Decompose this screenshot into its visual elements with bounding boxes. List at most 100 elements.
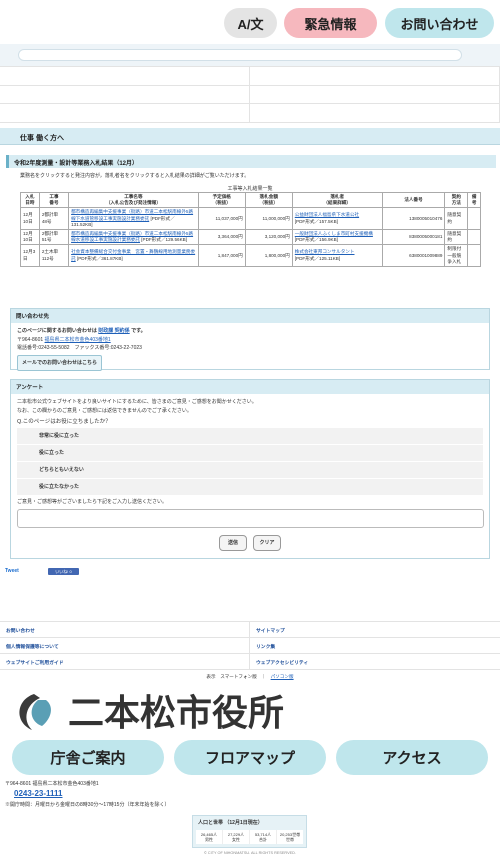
- mail-inquiry-button[interactable]: メールでのお問い合わせはこちら: [17, 354, 103, 371]
- cell-method: 制限付一般競争入札: [444, 244, 469, 267]
- cell-name: 社会資本整備総合交付金事業 宮置・舞鶴線用地測量業務委託 [PDF形式／361.…: [68, 244, 199, 267]
- survey-option[interactable]: 役に立たなかった: [17, 479, 483, 496]
- copyright: © CITY OF NIHONMATSU. ALL RIGHTS RESERVE…: [204, 851, 296, 855]
- survey-option[interactable]: 非常に役に立った: [17, 428, 483, 445]
- footer-link[interactable]: 個人情報保護等について: [0, 638, 250, 653]
- cell-corp-no: 6380001009889: [381, 244, 446, 267]
- inquiry-lead: このページに関するお問い合わせは 財政課 契約係 です。: [17, 328, 146, 334]
- cell-note: [467, 244, 481, 267]
- pc-view-link[interactable]: パソコン版: [271, 674, 294, 679]
- inquiry-heading: 問い合わせ先: [11, 309, 489, 323]
- building-guide-button[interactable]: 庁舎ご案内: [12, 740, 164, 775]
- emergency-info-button[interactable]: 緊急情報: [284, 8, 377, 38]
- floor-map-button[interactable]: フロアマップ: [174, 740, 326, 775]
- office-hours: ※開庁時間：月曜日から金曜日の8時30分〜17時15分（年末年始を除く）: [5, 802, 170, 808]
- cell-corp-no: 1380005010476: [381, 207, 446, 230]
- cell-method: 随意契約: [444, 228, 469, 246]
- tweet-link[interactable]: Tweet: [5, 568, 19, 574]
- winner-link[interactable]: 公益財団法人福島県下水道公社: [295, 212, 359, 217]
- population-cell: 26,465人 男性: [196, 830, 223, 844]
- cell-planned: 1,847,000円: [197, 244, 246, 267]
- cell-corp-no: 8380005000181: [381, 228, 446, 246]
- language-button[interactable]: A/文: [224, 8, 277, 38]
- survey-option[interactable]: どちらともいえない: [17, 462, 483, 479]
- cell-winning: 11,000,000円: [244, 207, 293, 230]
- inquiry-button[interactable]: お問い合わせ: [385, 8, 494, 38]
- nav-cell[interactable]: [0, 85, 250, 104]
- nav-cell[interactable]: [0, 67, 250, 85]
- access-button[interactable]: アクセス: [336, 740, 488, 775]
- nav-cell[interactable]: [250, 104, 500, 122]
- bid-results-table: 入札 日時 工事 番号 工事名等 （入札公告及び発注情報） 予定価格 （税抜） 落札金額…: [20, 191, 481, 267]
- survey-option[interactable]: 役に立った: [17, 445, 483, 462]
- cell-winning: 3,120,000円: [244, 228, 293, 246]
- cell-no: 2土木単 112号: [38, 244, 70, 267]
- col-header: 落札金額 （税抜）: [244, 191, 293, 209]
- cell-winning: 1,800,000円: [244, 244, 293, 267]
- view-switch: 表示 スマートフォン版 ｜ パソコン版: [206, 674, 294, 679]
- cell-note: [467, 207, 481, 230]
- population-heading: 人口と世帯 （12月1日現在）: [198, 820, 263, 826]
- file-info: [PDF形式／129.56KB]: [140, 237, 187, 243]
- footer-phone-link[interactable]: 0243-23-1111: [14, 789, 63, 798]
- cell-planned: 11,037,000円: [197, 207, 246, 230]
- population-cell: 20,253世帯 世帯: [279, 831, 301, 842]
- nav-cell[interactable]: [0, 104, 250, 122]
- population-cell: 53,714人 合計: [250, 830, 277, 844]
- clear-button[interactable]: クリア: [253, 534, 281, 551]
- submit-button[interactable]: 送信: [219, 534, 247, 551]
- facebook-like-button[interactable]: いいね! 0: [48, 568, 79, 575]
- cell-no: 2都計単 51号: [38, 228, 70, 246]
- comment-textarea[interactable]: [17, 508, 484, 528]
- survey-heading: アンケート: [11, 380, 489, 394]
- cell-name: 都市構造再編集中支援事業（街路）市道二本松駅南線外5路線水道移設工事実施設計業務…: [68, 228, 199, 246]
- survey-intro-1: 二本松市公式ウェブサイトをより良いサイトにするために、皆さまのご意見・ご感想をお…: [17, 399, 257, 405]
- col-header: 工事名等 （入札公告及び発注情報）: [68, 191, 199, 209]
- address-link[interactable]: 福島県二本松市金色403番地1: [45, 337, 111, 343]
- city-logo[interactable]: 二本松市役所: [12, 688, 312, 732]
- nav-cell[interactable]: [250, 67, 500, 85]
- winner-link[interactable]: 株式会社東邦コンサルタント: [295, 249, 355, 254]
- footer-link[interactable]: サイトマップ: [250, 622, 500, 637]
- winner-link[interactable]: 一般財団法人ふくしま市町村支援機構: [295, 231, 373, 236]
- population-cell: 27,229人 女性: [223, 830, 250, 844]
- survey-question: Q.このページはお役に立ちましたか？: [17, 419, 111, 425]
- page-intro: 業務名をクリックすると発注内容が，落札者名をクリックすると入札結果の詳細がご覧い…: [20, 173, 250, 179]
- footer-link[interactable]: ウェブアクセシビリティ: [250, 654, 500, 669]
- cell-date: 12月 10日: [20, 207, 40, 230]
- col-header: 備考: [467, 191, 481, 209]
- cell-date: 12月 10日: [20, 228, 40, 246]
- table-row: 12月 10日 2都計単 51号 都市構造再編集中支援事業（街路）市道二本松駅南線外…: [20, 228, 481, 246]
- footer-link[interactable]: リンク集: [250, 638, 500, 653]
- survey-intro-2: なお、この欄からのご意見・ご感想には返信できませんのでご了承ください。: [17, 407, 192, 414]
- survey-box: アンケート 二本松市公式ウェブサイトをより良いサイトにするために、皆さまのご意見…: [10, 379, 490, 559]
- dept-link[interactable]: 財政課 契約係: [98, 328, 129, 334]
- cell-note: [467, 228, 481, 246]
- cell-date: 12月3 日: [20, 244, 40, 267]
- col-header: 入札 日時: [20, 191, 40, 209]
- footer-link[interactable]: ウェブサイトご利用ガイド: [0, 654, 250, 669]
- table-header-row: 入札 日時 工事 番号 工事名等 （入札公告及び発注情報） 予定価格 （税抜） 落札金額…: [20, 191, 481, 209]
- table-caption: 工事等入札結果一覧: [227, 186, 273, 192]
- footer-nav: お問い合わせ サイトマップ 個人情報保護等について リンク集 ウェブサイトご利用…: [0, 621, 500, 670]
- file-info: [PDF形式／157.5KB]: [294, 218, 338, 224]
- file-info: [PDF形式／156.9KB]: [294, 237, 338, 243]
- top-header: A/文 緊急情報 お問い合わせ: [0, 0, 500, 44]
- table-row: 12月 10日 2都計単 48号 都市構造再編集中支援事業（街路）市道二本松駅南線外…: [20, 207, 481, 230]
- file-info: [PDF形式／361.87KB]: [75, 255, 123, 261]
- global-nav-grid: [0, 66, 500, 123]
- nav-cell[interactable]: [250, 85, 500, 104]
- col-header: 落札者 （結果詳細）: [291, 191, 383, 209]
- comment-label: ご意見・ご感想等がございましたら下記をご入力し送信ください。: [17, 499, 168, 506]
- category-heading: 仕事 働く方へ: [0, 128, 500, 145]
- search-input[interactable]: [18, 49, 462, 61]
- inquiry-address: 〒964-8601 福島県二本松市金色403番地1: [17, 336, 111, 343]
- col-header: 契約 方法: [444, 191, 469, 209]
- cell-name: 都市構造再編集中支援事業（街路）市道二本松駅南線外5路線下水道管移設工事実施設計…: [68, 207, 199, 230]
- population-widget: 人口と世帯 （12月1日現在） 26,465人 男性 27,229人 女性 53,7…: [192, 815, 307, 848]
- logo-text: 二本松市役所: [68, 693, 284, 732]
- footer-address: 〒964-8601 福島県二本松市金色403番地1: [5, 781, 99, 787]
- cell-winner: 株式会社東邦コンサルタント [PDF形式／125.11KB]: [291, 244, 383, 267]
- footer-link[interactable]: お問い合わせ: [0, 622, 250, 637]
- search-band: [0, 44, 500, 66]
